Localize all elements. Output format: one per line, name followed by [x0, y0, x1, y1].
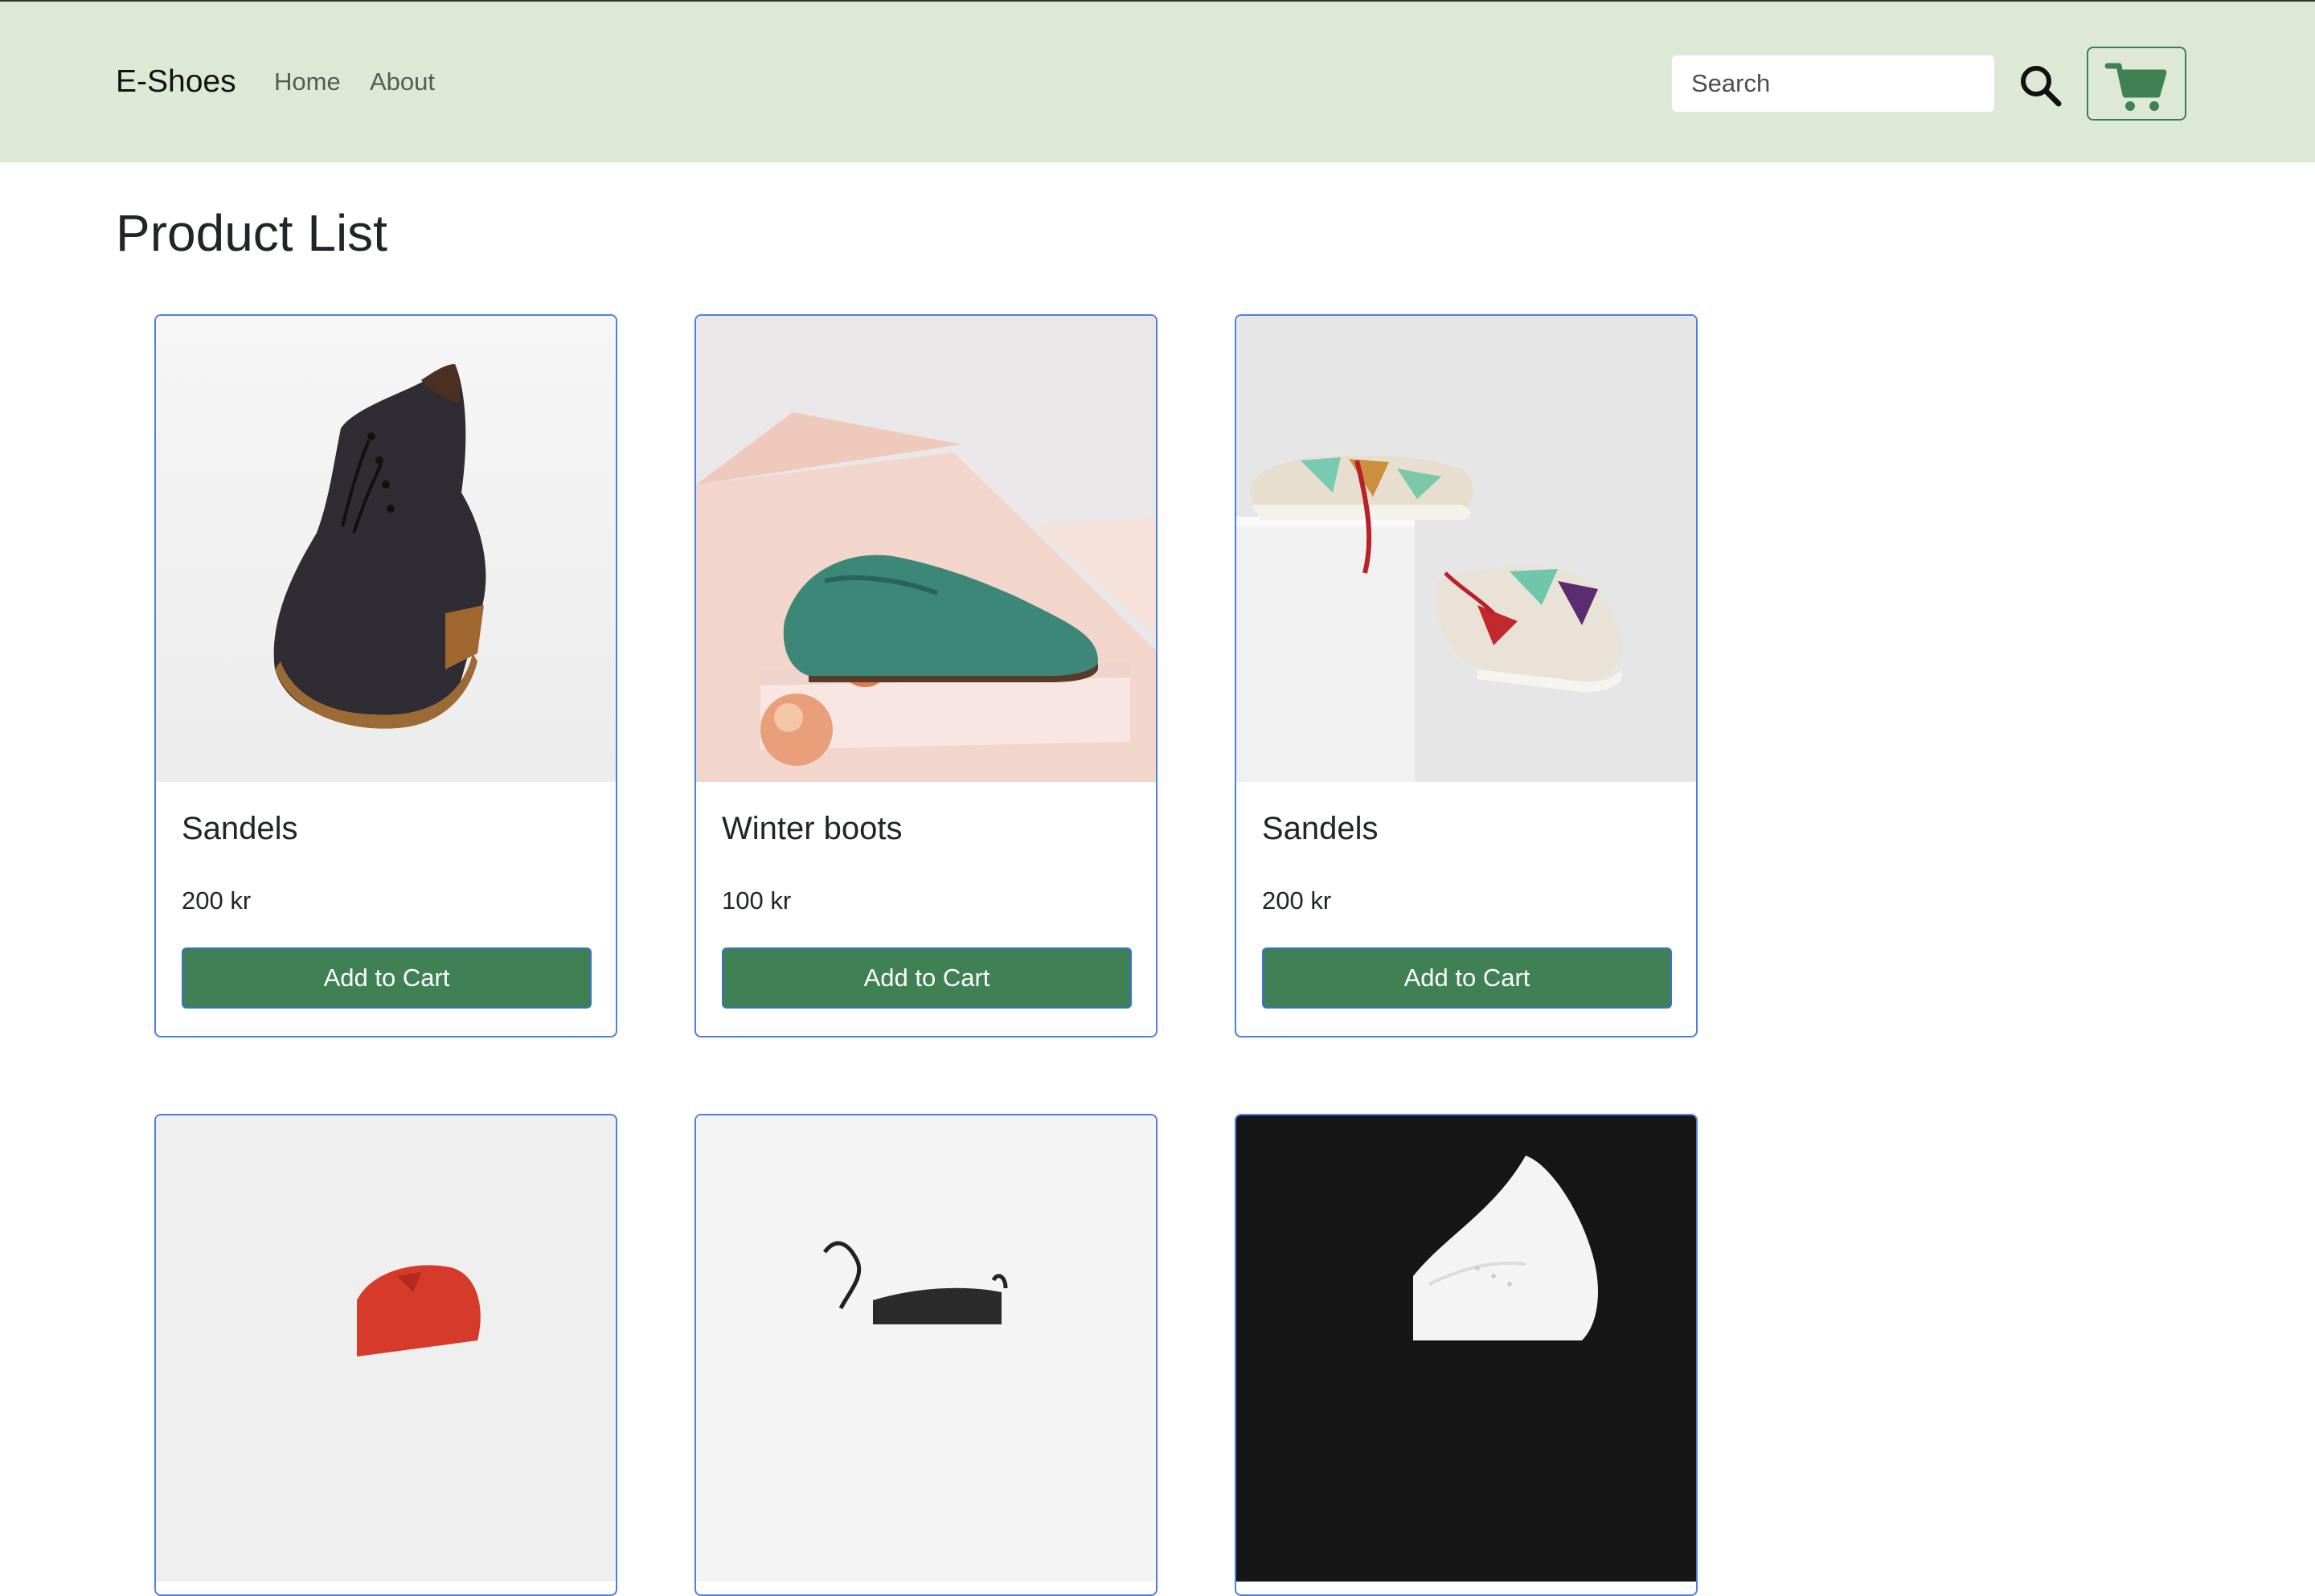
page-title: Product List [116, 204, 387, 262]
add-to-cart-button[interactable]: Add to Cart [182, 947, 592, 1009]
product-name: Winter boots [722, 811, 903, 846]
search-icon [2021, 66, 2062, 107]
nav-link-about[interactable]: About [370, 66, 435, 98]
product-image-black-sneaker[interactable] [696, 1115, 1156, 1582]
product-image-dark-chukka-boot[interactable] [156, 316, 616, 782]
product-image-red-sneaker[interactable] [156, 1115, 616, 1582]
product-card [694, 1114, 1158, 1596]
product-image-white-sneaker-dark-bg[interactable] [1236, 1115, 1696, 1582]
product-card [154, 1114, 617, 1596]
product-image-colorful-sneakers-pair[interactable] [1236, 316, 1696, 782]
product-name: Sandels [182, 811, 298, 846]
nav-link-home[interactable]: Home [274, 66, 341, 98]
add-to-cart-button[interactable]: Add to Cart [722, 947, 1132, 1009]
product-price: 200 kr [182, 886, 252, 915]
product-card: Winter boots 100 kr Add to Cart [694, 314, 1158, 1037]
cart-icon [2104, 63, 2167, 111]
search-input[interactable] [1671, 55, 1995, 113]
product-price: 200 kr [1262, 886, 1332, 915]
product-card [1235, 1114, 1698, 1596]
product-price: 100 kr [722, 886, 792, 915]
cart-button[interactable] [2087, 47, 2186, 121]
product-image-green-brogue-shoe[interactable] [696, 316, 1156, 782]
product-card: Sandels 200 kr Add to Cart [154, 314, 617, 1037]
brand-link[interactable]: E-Shoes [116, 63, 236, 101]
navbar: E-Shoes Home About [0, 0, 2315, 162]
add-to-cart-button[interactable]: Add to Cart [1262, 947, 1672, 1009]
product-card: Sandels 200 kr Add to Cart [1235, 314, 1698, 1037]
product-name: Sandels [1262, 811, 1379, 846]
search-button[interactable] [2018, 63, 2063, 108]
